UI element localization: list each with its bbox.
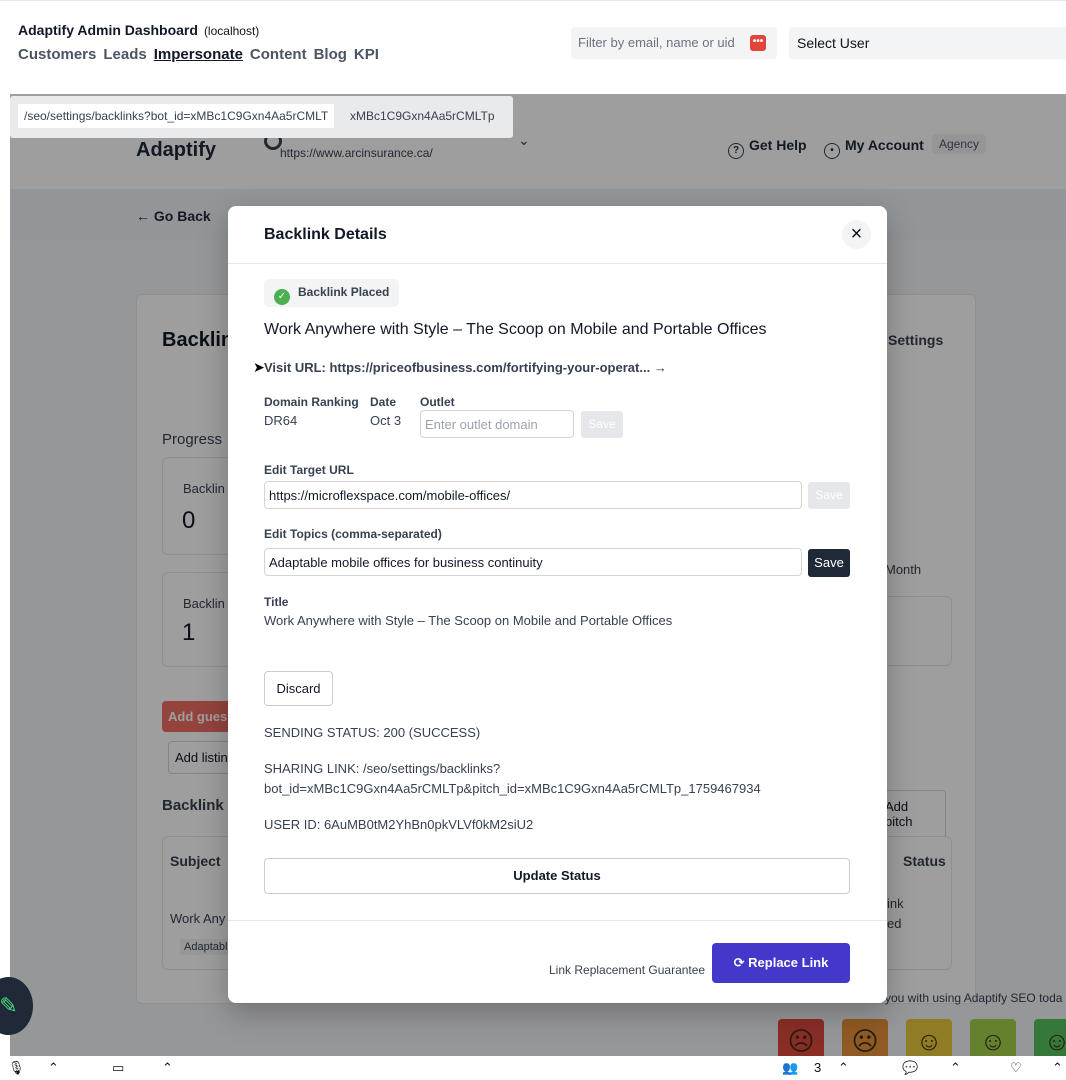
close-icon[interactable]: ×	[842, 220, 871, 249]
topics-save-button[interactable]: Save	[808, 549, 850, 577]
modal-title: Backlink Details	[264, 226, 387, 243]
meeting-toolbar: 🎙 ⌃ ▭ ⌃ 👥 3 ⌃ 💬 ⌃ ♡ ⌃	[0, 1056, 1066, 1080]
nav-blog[interactable]: Blog	[314, 46, 347, 63]
topics-label: Edit Topics (comma-separated)	[264, 527, 442, 541]
nav-leads[interactable]: Leads	[103, 46, 146, 63]
status-badge: ✓ Backlink Placed	[264, 279, 400, 307]
refresh-icon: ⟳	[733, 955, 749, 970]
title-label: Title	[264, 595, 289, 609]
url-tooltip-id: xMBc1C9Gxn4Aa5rCMLTp	[350, 109, 495, 123]
date-label: Date	[370, 395, 397, 409]
domain-ranking-value: DR64	[264, 413, 298, 428]
nav-impersonate[interactable]: Impersonate	[154, 46, 243, 63]
mouse-cursor-icon: ➤	[253, 359, 265, 375]
user-id: USER ID: 6AuMB0tM2YhBn0pkVLVf0kM2siU2	[264, 817, 534, 832]
admin-title: Adaptify Admin Dashboard (localhost)	[18, 22, 259, 38]
admin-title-text: Adaptify Admin Dashboard	[18, 22, 198, 38]
outlet-label: Outlet	[420, 395, 455, 409]
participants-count: 3	[814, 1060, 822, 1075]
chat-chevron-icon[interactable]: ⌃	[950, 1060, 961, 1076]
backlink-headline: Work Anywhere with Style – The Scoop on …	[264, 321, 767, 338]
update-status-button[interactable]: Update Status	[264, 858, 850, 894]
target-url-save-button[interactable]: Save	[808, 482, 850, 509]
status-badge-label: Backlink Placed	[298, 285, 390, 299]
video-options-chevron-icon[interactable]: ⌃	[162, 1060, 173, 1076]
password-manager-icon[interactable]: •••	[750, 35, 766, 51]
discard-button[interactable]: Discard	[264, 671, 333, 706]
modal-header: Backlink Details ×	[228, 206, 887, 264]
date-value: Oct 3	[370, 413, 402, 428]
nav-content[interactable]: Content	[250, 46, 307, 63]
modal-footer: Link Replacement Guarantee ⟳ Replace Lin…	[228, 920, 887, 1003]
domain-ranking-label: Domain Ranking	[264, 395, 359, 409]
admin-bar: Adaptify Admin Dashboard (localhost) Cust…	[0, 0, 1066, 94]
sending-status: SENDING STATUS: 200 (SUCCESS)	[264, 725, 481, 740]
participants-chevron-icon[interactable]: ⌃	[838, 1060, 849, 1076]
sharing-link-line-1: SHARING LINK: /seo/settings/backlinks?	[264, 761, 501, 776]
topics-input[interactable]: Adaptable mobile offices for business co…	[264, 548, 802, 576]
chat-icon[interactable]: 💬	[902, 1060, 918, 1076]
target-url-label: Edit Target URL	[264, 463, 354, 477]
url-tooltip: /seo/settings/backlinks?bot_id=xMBc1C9Gx…	[10, 96, 513, 138]
participants-icon[interactable]: 👥	[782, 1060, 798, 1076]
visit-url-text: Visit URL: https://priceofbusiness.com/f…	[264, 360, 651, 375]
outlet-save-button[interactable]: Save	[581, 411, 623, 438]
nav-customers[interactable]: Customers	[18, 46, 96, 63]
visit-url-link[interactable]: Visit URL: https://priceofbusiness.com/f…	[264, 360, 667, 375]
check-circle-icon: ✓	[274, 289, 290, 305]
reactions-chevron-icon[interactable]: ⌃	[1052, 1060, 1063, 1076]
replace-link-button[interactable]: ⟳ Replace Link	[712, 943, 850, 983]
url-tooltip-path: /seo/settings/backlinks?bot_id=xMBc1C9Gx…	[18, 104, 335, 128]
outlet-input[interactable]: Enter outlet domain	[420, 410, 574, 438]
select-user-dropdown[interactable]: Select User	[789, 27, 1066, 59]
reactions-heart-icon[interactable]: ♡	[1010, 1060, 1022, 1076]
filter-placeholder: Filter by email, name or uid	[578, 35, 735, 50]
filter-input[interactable]: Filter by email, name or uid •••	[571, 27, 777, 59]
title-value: Work Anywhere with Style – The Scoop on …	[264, 613, 673, 628]
arrow-right-icon: →	[653, 360, 667, 375]
microphone-icon[interactable]: 🎙	[8, 1060, 25, 1076]
guarantee-label: Link Replacement Guarantee	[549, 963, 706, 977]
target-url-input[interactable]: https://microflexspace.com/mobile-office…	[264, 481, 802, 509]
nav-kpi[interactable]: KPI	[354, 46, 379, 63]
mic-options-chevron-icon[interactable]: ⌃	[48, 1060, 59, 1076]
backlink-details-modal: Backlink Details × ✓ Backlink Placed Work…	[228, 206, 887, 1003]
admin-host: (localhost)	[203, 24, 260, 38]
video-camera-icon[interactable]: ▭	[112, 1060, 124, 1076]
admin-nav: Customers Leads Impersonate Content Blog…	[18, 46, 379, 63]
sharing-link-line-2: bot_id=xMBc1C9Gxn4Aa5rCMLTp&pitch_id=xMB…	[264, 781, 761, 796]
replace-link-label: Replace Link	[748, 955, 829, 970]
